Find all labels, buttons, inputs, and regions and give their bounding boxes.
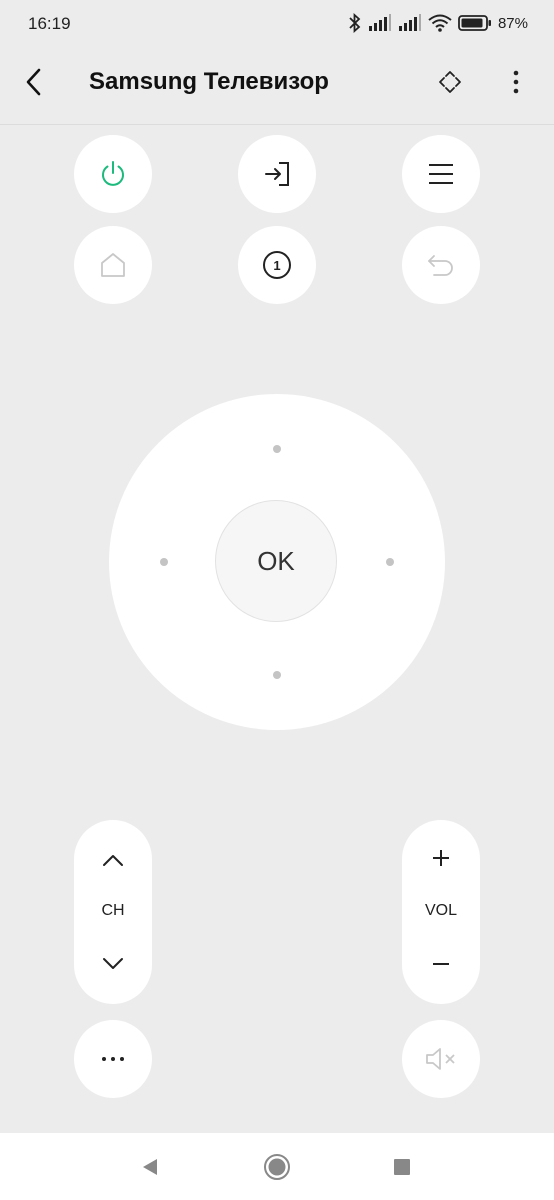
signal-icon [398,14,421,31]
battery-icon [458,15,491,31]
signal-icon [368,14,391,31]
battery-percentage: 87% [497,14,528,32]
power-button[interactable] [74,135,152,213]
ok-button[interactable]: OK [215,500,337,622]
nav-home-button[interactable] [261,1151,293,1183]
mute-icon [426,1048,455,1070]
circle-home-icon [264,1154,290,1180]
more-functions-button[interactable] [74,1020,152,1098]
more-options-button[interactable] [500,64,532,100]
plus-icon [433,850,449,866]
channel-up-button[interactable] [74,830,152,890]
status-icons: 87% [348,11,528,35]
page-title: Samsung Телевизор [89,68,329,95]
bluetooth-icon [349,13,361,33]
back-arrow-icon [26,68,41,96]
channel-down-button[interactable] [74,934,152,994]
wifi-icon [428,14,452,32]
expand-button[interactable] [432,64,468,100]
back-button[interactable] [18,64,50,100]
more-vertical-icon [513,70,519,94]
system-nav-bar [0,1133,554,1200]
volume-rocker: VOL [402,820,480,1004]
volume-up-button[interactable] [402,828,480,888]
dpad: OK [109,394,445,730]
number-keypad-button[interactable]: 1 [238,226,316,304]
mute-button[interactable] [402,1020,480,1098]
chevron-down-icon [103,958,123,969]
menu-button[interactable] [402,135,480,213]
more-horizontal-icon [102,1057,124,1061]
power-icon [102,161,124,186]
status-time: 16:19 [28,14,71,33]
expand-arrows-icon [439,71,461,93]
home-icon [101,253,125,277]
return-icon [428,255,453,276]
header: Samsung Телевизор [0,48,554,125]
home-button[interactable] [74,226,152,304]
input-source-button[interactable] [238,135,316,213]
minus-icon [433,963,449,965]
channel-rocker: CH [74,820,152,1004]
channel-label: CH [101,902,125,919]
volume-label: VOL [424,902,457,919]
return-button[interactable] [402,226,480,304]
dpad-left-button[interactable] [160,558,168,566]
dpad-up-button[interactable] [273,445,281,453]
nav-back-button[interactable] [134,1151,166,1183]
dpad-right-button[interactable] [386,558,394,566]
status-bar: 16:19 87% [0,0,554,48]
nav-recents-button[interactable] [386,1151,418,1183]
input-source-icon [265,162,289,186]
volume-down-button[interactable] [402,934,480,994]
dpad-down-button[interactable] [273,671,281,679]
square-recents-icon [394,1159,410,1175]
number-badge-label: 1 [273,257,281,273]
chevron-up-icon [103,855,123,866]
triangle-back-icon [143,1159,157,1175]
menu-icon [429,164,453,184]
